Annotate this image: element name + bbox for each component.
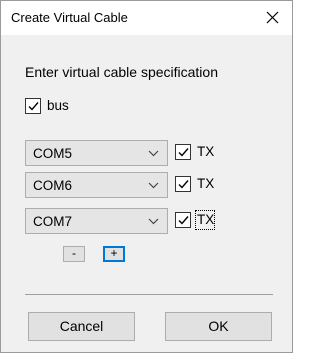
port-select-value: COM5 xyxy=(33,146,73,161)
close-icon xyxy=(266,11,279,24)
tx-label: TX xyxy=(197,144,215,159)
chevron-down-icon xyxy=(148,182,159,189)
tx-checkbox-1[interactable] xyxy=(175,144,191,160)
tx-checkbox-3[interactable] xyxy=(175,212,191,228)
port-select-value: COM7 xyxy=(33,214,73,229)
close-button[interactable] xyxy=(252,1,292,35)
port-select-1[interactable]: COM5 xyxy=(25,140,168,166)
check-icon xyxy=(178,148,189,157)
check-icon xyxy=(178,216,189,225)
title-bar: Create Virtual Cable xyxy=(1,1,292,35)
add-port-button[interactable]: + xyxy=(103,246,125,262)
window-title: Create Virtual Cable xyxy=(11,10,128,25)
check-icon xyxy=(28,102,39,111)
bus-checkbox[interactable] xyxy=(25,98,41,114)
tx-checkbox-2[interactable] xyxy=(175,176,191,192)
ok-button[interactable]: OK xyxy=(165,312,272,341)
port-select-2[interactable]: COM6 xyxy=(25,172,168,198)
cancel-button[interactable]: Cancel xyxy=(28,312,135,341)
focus-indicator xyxy=(195,210,215,230)
dialog-window: Create Virtual Cable Enter virtual cable… xyxy=(0,0,293,353)
chevron-down-icon xyxy=(148,218,159,225)
chevron-down-icon xyxy=(148,150,159,157)
bus-label: bus xyxy=(47,98,69,113)
instruction-heading: Enter virtual cable specification xyxy=(25,64,218,80)
check-icon xyxy=(178,180,189,189)
tx-label: TX xyxy=(197,176,215,191)
remove-port-button[interactable]: - xyxy=(63,246,85,262)
port-select-3[interactable]: COM7 xyxy=(25,208,168,234)
port-select-value: COM6 xyxy=(33,178,73,193)
separator xyxy=(25,294,273,295)
